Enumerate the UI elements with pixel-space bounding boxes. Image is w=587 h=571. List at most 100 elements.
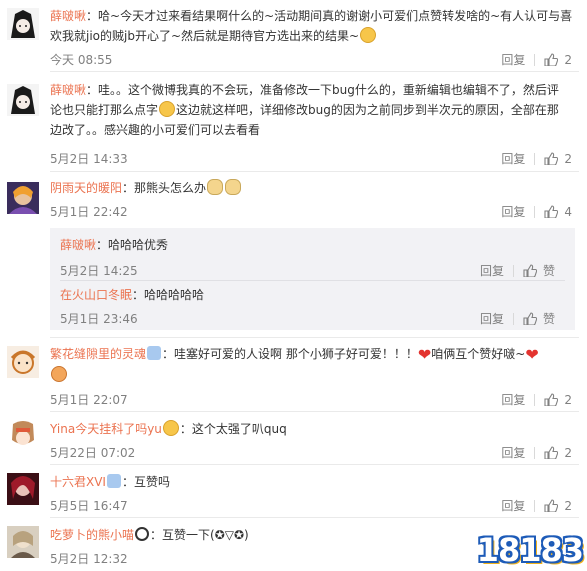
like-label: 赞 [542, 312, 555, 326]
avatar[interactable] [7, 526, 39, 558]
comment-item: 阴雨天的暖阳：那熊头怎么办 5月1日 22:42 回复 4 薛啵啾：哈哈哈优秀 … [0, 172, 587, 338]
username-link[interactable]: 十六君XVI [50, 475, 106, 489]
reply-item: 薛啵啾：哈哈哈优秀 5月2日 14:25 回复 赞 [60, 236, 565, 279]
timestamp: 今天 08:55 [50, 53, 113, 67]
comment-text: ：这个太强了叭quq [179, 422, 287, 436]
thumbs-up-icon [544, 393, 559, 406]
username-link[interactable]: 吃萝卜的熊小喵 [50, 528, 134, 542]
panda-emoji-icon [135, 527, 150, 541]
divider [534, 152, 536, 165]
badge-icon [147, 346, 162, 360]
like-count: 2 [564, 151, 572, 166]
comment-text: ：哇。。这个微博我真的不会玩，准备修改一下bug什么的，重新编辑也编辑不了，然后… [86, 83, 559, 97]
like-count: 2 [564, 445, 572, 460]
avatar[interactable] [7, 182, 39, 214]
username-link[interactable]: 在火山口冬眠 [60, 288, 132, 302]
badge-icon [106, 474, 121, 488]
like-button[interactable]: 赞 [523, 310, 555, 327]
like-button[interactable]: 2 [544, 152, 572, 166]
reply-button[interactable]: 回复 [501, 391, 525, 408]
comment-text: 边改了。。感兴趣的小可爱们可以去看看 [50, 123, 261, 137]
comment-text: ：哇塞好可爱的人设啊 那个小狮子好可爱！！！ [162, 347, 418, 361]
reply-button[interactable]: 回复 [480, 310, 504, 327]
avatar[interactable] [7, 346, 39, 378]
timestamp: 5月22日 07:02 [50, 446, 136, 460]
comment-text: 论也只能打那么点字 [50, 103, 159, 117]
reply-button[interactable]: 回复 [501, 444, 525, 461]
thumbs-up-icon [544, 446, 559, 459]
comment-text: 欢我就jio的贼jb开心了~然后就是期待官方选出来的结果~ [50, 29, 360, 43]
comment-item: Yina今天挂科了吗yu ：这个太强了叭quq 5月22日 07:02 回复 2 [0, 412, 587, 465]
reply-button[interactable]: 回复 [501, 203, 525, 220]
comment-text: ：互赞一下(✪▽✪) [150, 528, 249, 542]
comment-text: ：哈~今天才过来看结果啊什么的~活动期间真的谢谢小可爱们点赞转发啥的~有人认可与… [86, 9, 573, 23]
timestamp: 5月2日 12:32 [50, 552, 128, 566]
avatar[interactable] [7, 84, 39, 116]
comment-item: 薛啵啾：哇。。这个微博我真的不会玩，准备修改一下bug什么的，重新编辑也编辑不了… [0, 72, 587, 172]
avatar[interactable] [7, 420, 39, 452]
reply-item: 在火山口冬眠：哈哈哈哈哈 5月1日 23:46 回复 赞 [60, 286, 565, 326]
reply-text: ：哈哈哈优秀 [96, 238, 169, 252]
reply-text: ：哈哈哈哈哈 [132, 288, 205, 302]
username-link[interactable]: 阴雨天的暖阳 [50, 181, 122, 195]
reply-button[interactable]: 回复 [501, 51, 525, 68]
reply-button[interactable]: 回复 [501, 150, 525, 167]
heart-emoji-icon: ❤ [525, 345, 539, 364]
heart-emoji-icon: ❤ [417, 345, 432, 364]
username-link[interactable]: Yina今天挂科了吗yu [50, 422, 162, 436]
timestamp: 5月5日 16:47 [50, 499, 128, 513]
cat-emoji-icon [225, 179, 242, 195]
divider [534, 205, 536, 218]
like-count: 2 [564, 498, 572, 513]
username-link[interactable]: 薛啵啾 [50, 83, 86, 97]
thumbs-up-icon [544, 205, 559, 218]
like-button[interactable]: 2 [544, 446, 572, 460]
thumbs-up-icon [544, 53, 559, 66]
like-button[interactable]: 2 [544, 499, 572, 513]
reply-list: 薛啵啾：哈哈哈优秀 5月2日 14:25 回复 赞 在火山口冬眠：哈哈哈哈哈 5… [50, 228, 575, 330]
avatar[interactable] [7, 8, 39, 40]
divider [534, 393, 536, 406]
divider [534, 499, 536, 512]
comment-item: 薛啵啾：哈~今天才过来看结果啊什么的~活动期间真的谢谢小可爱们点赞转发啥的~有人… [0, 0, 587, 72]
like-count: 2 [564, 392, 572, 407]
watermark-logo: 18183 [476, 531, 584, 569]
comment-text: 这边就这样吧，详细修改bug的因为之前同步到半次元的原因，全部在那 [176, 103, 559, 117]
divider [512, 264, 514, 277]
reply-button[interactable]: 回复 [501, 497, 525, 514]
comment-item: 繁花缝隙里的灵魂 ：哇塞好可爱的人设啊 那个小狮子好可爱！！！❤咱俩互个赞好啵~❤… [0, 338, 587, 412]
timestamp: 5月1日 23:46 [60, 312, 138, 326]
like-button[interactable]: 赞 [523, 262, 555, 279]
avatar[interactable] [7, 473, 39, 505]
like-count: 2 [564, 52, 572, 67]
comment-item: 十六君XVI ：互赞吗 5月5日 16:47 回复 2 [0, 465, 587, 518]
cat-emoji-icon [207, 179, 224, 195]
blowing-kiss-emoji-icon [162, 420, 179, 436]
grin-emoji-icon [360, 27, 377, 43]
like-label: 赞 [542, 264, 555, 278]
thumbs-up-icon [523, 264, 537, 277]
username-link[interactable]: 薛啵啾 [60, 238, 96, 252]
timestamp: 5月1日 22:42 [50, 205, 128, 219]
divider [534, 446, 536, 459]
timestamp: 5月2日 14:33 [50, 152, 128, 166]
divider [534, 53, 536, 66]
divider [512, 312, 514, 325]
like-button[interactable]: 4 [544, 205, 572, 219]
comment-text: 咱俩互个赞好啵~ [431, 347, 526, 361]
like-button[interactable]: 2 [544, 393, 572, 407]
thumbs-up-icon [523, 312, 537, 325]
like-button[interactable]: 2 [544, 53, 572, 67]
face-emoji-icon [51, 366, 67, 382]
timestamp: 5月2日 14:25 [60, 264, 138, 278]
comment-text: ：那熊头怎么办 [122, 181, 207, 195]
like-count: 4 [564, 204, 572, 219]
reply-button[interactable]: 回复 [480, 262, 504, 279]
username-link[interactable]: 薛啵啾 [50, 9, 86, 23]
divider [60, 280, 565, 281]
timestamp: 5月1日 22:07 [50, 393, 128, 407]
sweat-smile-emoji-icon [159, 101, 176, 117]
username-link[interactable]: 繁花缝隙里的灵魂 [50, 347, 146, 361]
thumbs-up-icon [544, 152, 559, 165]
thumbs-up-icon [544, 499, 559, 512]
